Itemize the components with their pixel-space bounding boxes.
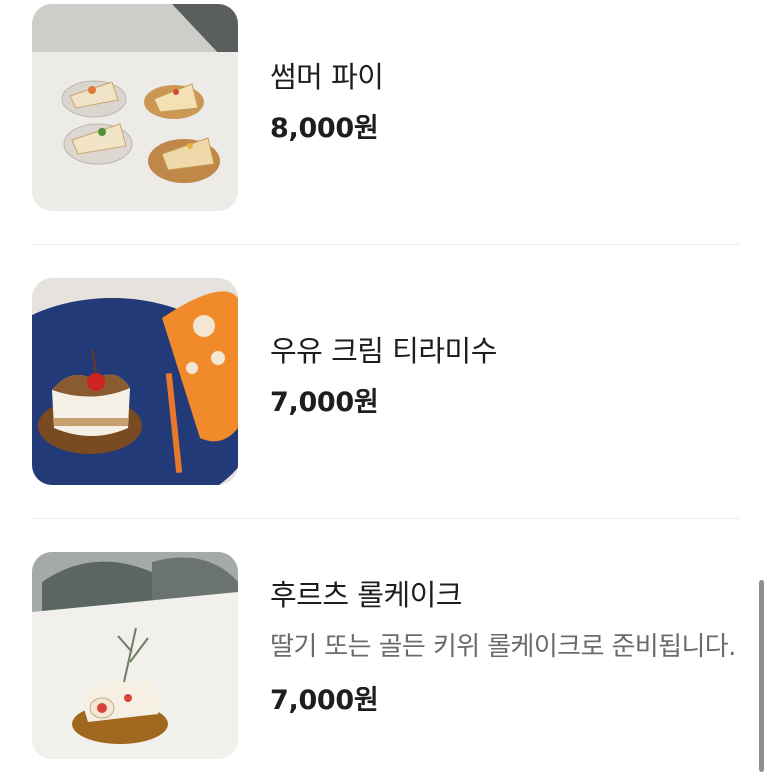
menu-item-price: 7,000원: [270, 684, 379, 716]
menu-item-price: 7,000원: [270, 386, 379, 418]
menu-item-price: 8,000원: [270, 112, 379, 144]
menu-item-name: 썸머 파이: [270, 60, 384, 94]
scrollbar[interactable]: [759, 580, 764, 772]
divider: [32, 244, 740, 245]
menu-item-description: 딸기 또는 골든 키위 롤케이크로 준비됩니다.: [270, 631, 736, 662]
summer-pie-photo: [32, 4, 238, 211]
menu-item-fruit-roll-cake[interactable]: 후르츠 롤케이크 딸기 또는 골든 키위 롤케이크로 준비됩니다. 7,000원: [32, 552, 740, 778]
milk-cream-tiramisu-photo: [32, 278, 238, 485]
menu-item-name: 후르츠 롤케이크: [270, 578, 462, 612]
menu-item-milk-cream-tiramisu[interactable]: 우유 크림 티라미수 7,000원: [32, 278, 740, 485]
fruit-roll-cake-photo: [32, 552, 238, 759]
menu-list: 썸머 파이 8,000원 우유 크림 티라미수 7,000원 후르츠 롤케이크 …: [0, 0, 773, 778]
menu-item-name: 우유 크림 티라미수: [270, 334, 497, 368]
menu-item-summer-pie[interactable]: 썸머 파이 8,000원: [32, 4, 740, 211]
divider: [32, 518, 740, 519]
